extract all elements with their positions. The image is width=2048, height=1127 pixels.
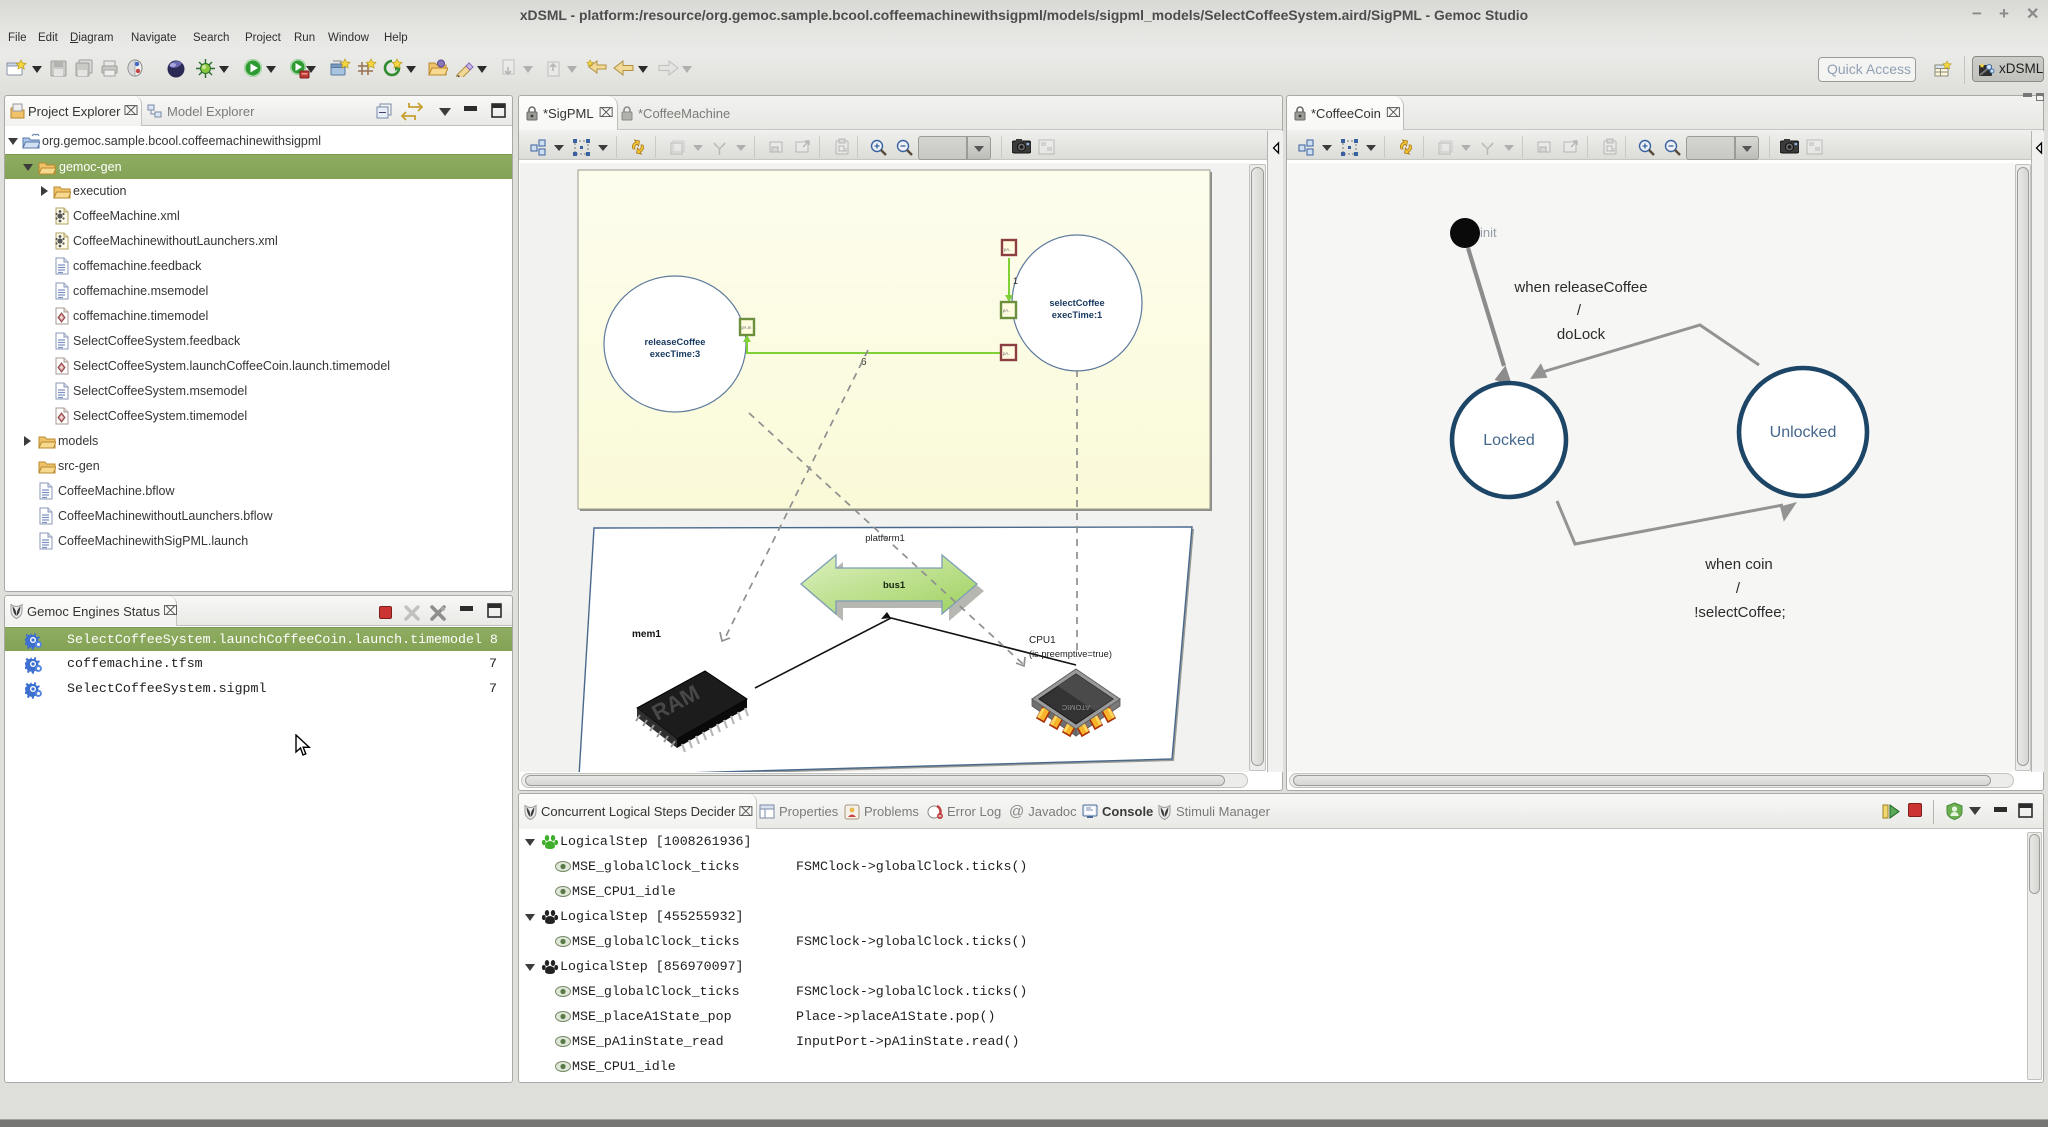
svg-text:/: / bbox=[1577, 302, 1582, 319]
svg-text:execTime:3: execTime:3 bbox=[650, 349, 700, 359]
svg-text:pA..: pA.. bbox=[1004, 247, 1011, 252]
svg-text:!selectCoffee;: !selectCoffee; bbox=[1694, 604, 1785, 621]
svg-text:bus1: bus1 bbox=[883, 580, 906, 591]
svg-text:releaseCoffee: releaseCoffee bbox=[645, 337, 706, 347]
svg-text:selectCoffee: selectCoffee bbox=[1049, 298, 1104, 308]
svg-text:init: init bbox=[1480, 225, 1497, 240]
svg-text:when coin: when coin bbox=[1704, 556, 1773, 573]
svg-text:execTime:1: execTime:1 bbox=[1052, 310, 1102, 320]
svg-text:/: / bbox=[1736, 580, 1741, 597]
svg-text:mem1: mem1 bbox=[632, 629, 661, 640]
svg-text:Locked: Locked bbox=[1483, 432, 1535, 449]
svg-text:(is preemptive=true): (is preemptive=true) bbox=[1029, 649, 1112, 659]
svg-text:pA.In: pA.In bbox=[742, 325, 752, 330]
svg-text:pA..: pA.. bbox=[1003, 351, 1010, 356]
svg-text:pA..: pA.. bbox=[1003, 308, 1010, 313]
svg-text:Unlocked: Unlocked bbox=[1770, 424, 1837, 441]
svg-text:CPU1: CPU1 bbox=[1029, 635, 1056, 646]
svg-text:when releaseCoffee: when releaseCoffee bbox=[1513, 279, 1647, 296]
svg-text:ATOMIC: ATOMIC bbox=[1061, 703, 1090, 712]
svg-text:doLock: doLock bbox=[1557, 326, 1606, 343]
svg-text:1: 1 bbox=[1013, 276, 1018, 286]
